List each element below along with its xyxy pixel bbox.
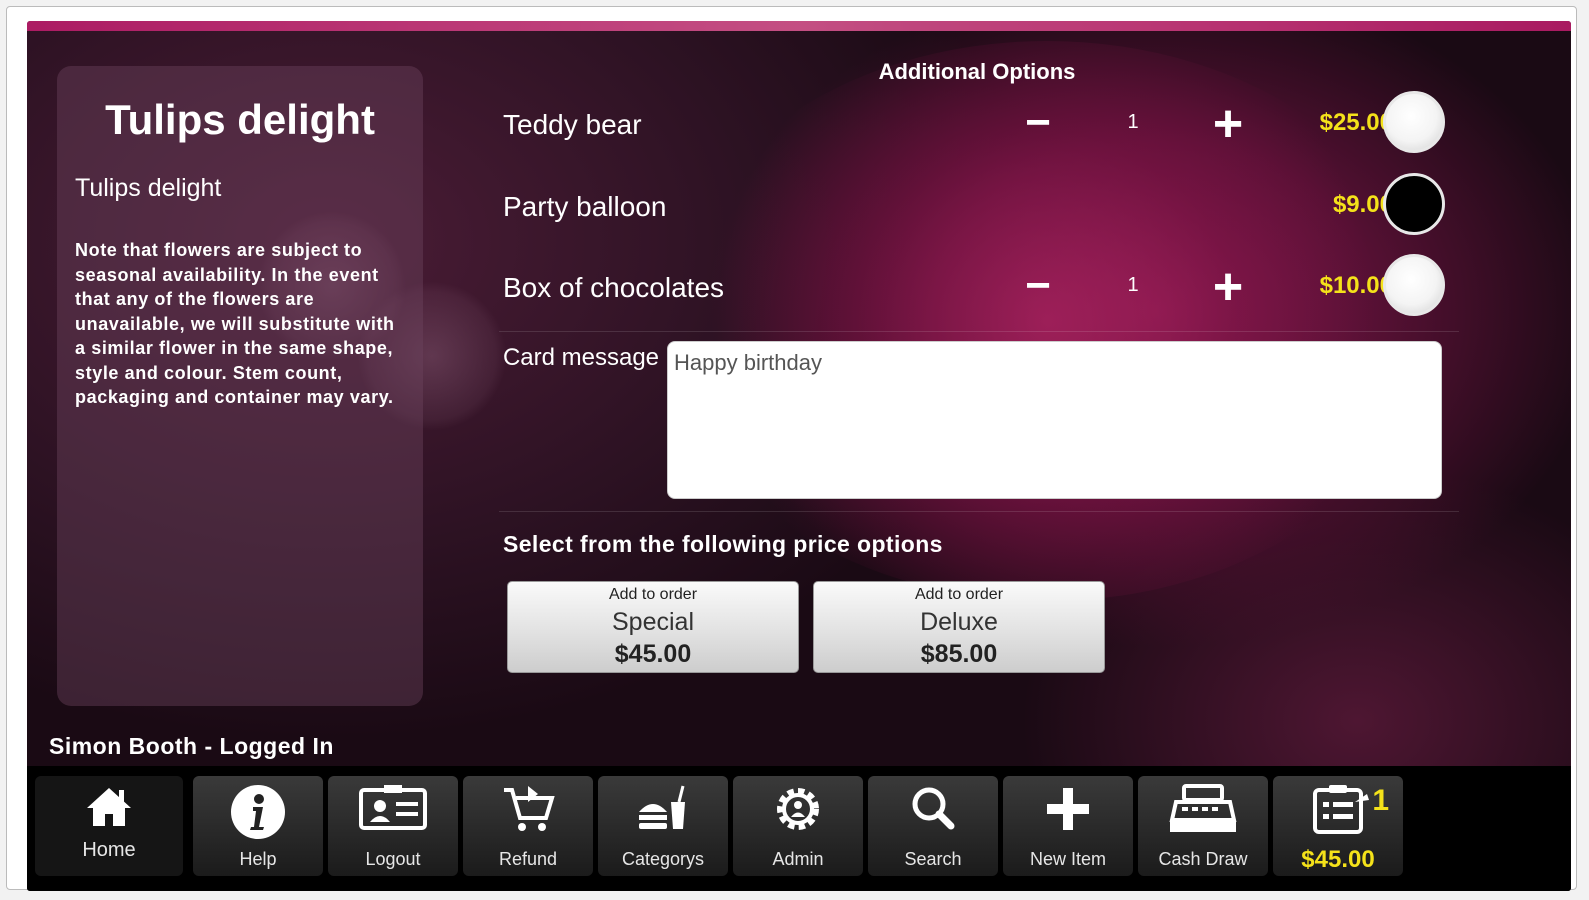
plus-icon: [1003, 782, 1133, 838]
options-heading: Additional Options: [878, 59, 1076, 84]
button-caption: Add to order: [608, 586, 698, 603]
option-label: Teddy bear: [503, 109, 642, 140]
add-deluxe-button[interactable]: Add to order Deluxe $85.00: [813, 581, 1105, 673]
option-select-radio[interactable]: [1383, 254, 1445, 316]
cash-register-icon: [1138, 782, 1268, 838]
toolbar-new-item-button[interactable]: New Item: [1003, 776, 1133, 876]
search-icon: [868, 782, 998, 838]
toolbar-logout-button[interactable]: Logout: [328, 776, 458, 876]
option-price: $9.00: [1332, 191, 1393, 218]
quantity-value: 1: [1127, 111, 1139, 133]
product-subtitle: Tulips delight: [75, 174, 222, 202]
option-price: $10.00: [1319, 272, 1393, 299]
increment-button[interactable]: +: [1203, 98, 1253, 150]
toolbar-label: Search: [904, 849, 962, 869]
pos-screen: Tulips delight Tulips delight Note that …: [27, 21, 1571, 891]
card-message-section: Card message Happy birthday: [499, 333, 1459, 511]
card-message-label: Card message: [502, 344, 660, 371]
increment-button[interactable]: +: [1203, 261, 1253, 313]
app-window: Tulips delight Tulips delight Note that …: [6, 6, 1577, 891]
cart-item-count: 1: [1372, 784, 1389, 817]
option-label: Party balloon: [503, 191, 667, 222]
decrement-button[interactable]: −: [1013, 262, 1063, 312]
toolbar-search-button[interactable]: Search: [868, 776, 998, 876]
button-option-price: $85.00: [920, 640, 998, 668]
divider: [499, 511, 1459, 512]
button-option-name: Deluxe: [920, 608, 998, 636]
option-row-party-balloon: Party balloon $9.00: [503, 171, 1463, 241]
food-category-icon: [598, 782, 728, 838]
option-select-radio[interactable]: [1383, 173, 1445, 235]
quantity-value: 1: [1127, 274, 1139, 296]
product-description: Note that flowers are subject to seasona…: [75, 240, 395, 407]
option-select-radio[interactable]: [1383, 91, 1445, 153]
button-caption: Add to order: [914, 586, 1004, 603]
add-special-button[interactable]: Add to order Special $45.00: [507, 581, 799, 673]
toolbar-label: Admin: [772, 849, 824, 869]
toolbar-admin-button[interactable]: Admin: [733, 776, 863, 876]
id-card-icon: [328, 782, 458, 838]
toolbar-label: Home: [82, 839, 136, 861]
toolbar-categorys-button[interactable]: Categorys: [598, 776, 728, 876]
option-price: $25.00: [1319, 109, 1393, 136]
toolbar-cart-button[interactable]: 1 $45.00: [1273, 776, 1403, 876]
toolbar-home-button[interactable]: Home: [35, 776, 183, 876]
button-option-name: Special: [612, 608, 694, 636]
login-status: Simon Booth - Logged In: [49, 733, 334, 759]
product-title: Tulips delight: [105, 96, 375, 143]
toolbar-label: Categorys: [621, 849, 705, 869]
cart-return-icon: [463, 782, 593, 838]
toolbar-label: Cash Draw: [1158, 849, 1248, 869]
toolbar-label: New Item: [1029, 849, 1107, 869]
home-icon: [35, 782, 183, 838]
card-message-input[interactable]: Happy birthday: [667, 341, 1442, 499]
toolbar-label: Refund: [498, 849, 558, 869]
toolbar-label: Help: [239, 849, 277, 869]
toolbar-help-button[interactable]: Help: [193, 776, 323, 876]
bottom-toolbar: Home Help Logout Refund Categorys Admin …: [27, 766, 1571, 891]
option-label: Box of chocolates: [503, 272, 725, 303]
toolbar-label: Logout: [365, 849, 421, 869]
toolbar-cash-draw-button[interactable]: Cash Draw: [1138, 776, 1268, 876]
option-row-teddy-bear: Teddy bear − 1 + $25.00: [503, 89, 1463, 159]
button-option-price: $45.00: [614, 640, 692, 668]
price-options-heading: Select from the following price options: [503, 531, 943, 557]
gear-icon: [733, 782, 863, 838]
info-icon: [193, 782, 323, 839]
option-row-box-of-chocolates: Box of chocolates − 1 + $10.00: [503, 252, 1463, 322]
decrement-button[interactable]: −: [1013, 99, 1063, 149]
toolbar-refund-button[interactable]: Refund: [463, 776, 593, 876]
divider: [499, 331, 1459, 332]
product-info-panel: Tulips delight Tulips delight Note that …: [57, 66, 423, 706]
cart-total: $45.00: [1301, 846, 1375, 873]
